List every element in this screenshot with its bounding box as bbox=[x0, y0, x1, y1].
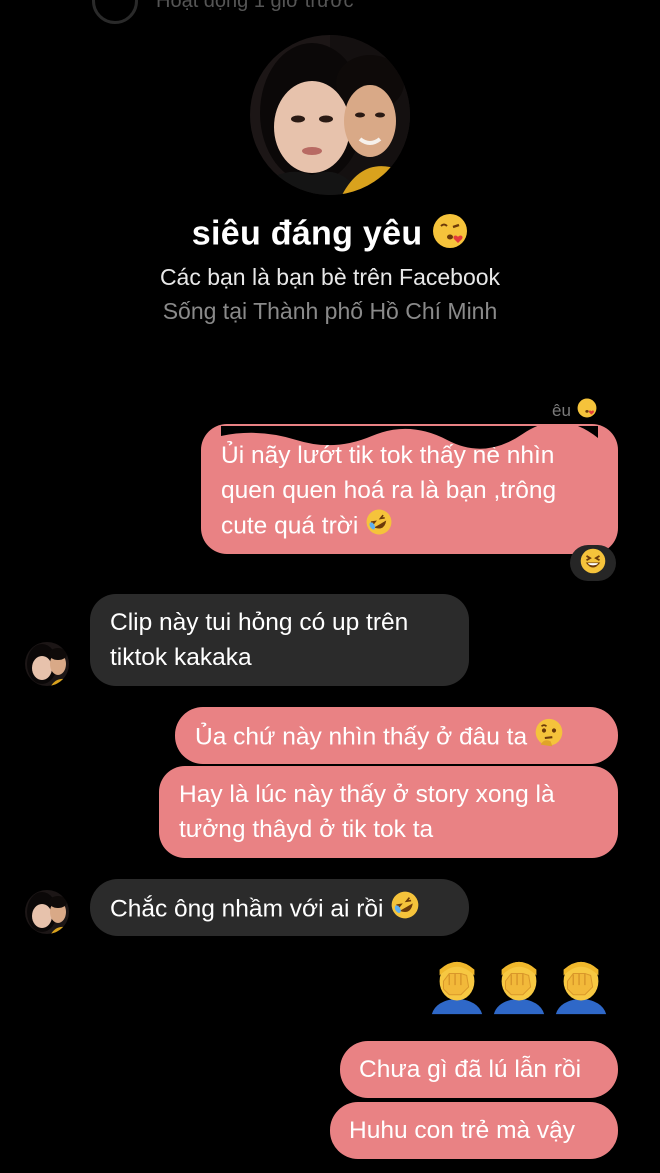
facepalm-emoji-icon bbox=[490, 958, 548, 1021]
facepalm-emoji-icon bbox=[428, 958, 486, 1021]
profile-name-text: siêu đáng yêu bbox=[191, 214, 423, 253]
outgoing-message[interactable]: Ủi nãy lướt tik tok thấy nè nhìn quen qu… bbox=[201, 424, 618, 554]
contact-avatar[interactable] bbox=[25, 890, 69, 934]
kissing-heart-emoji-icon bbox=[432, 213, 468, 258]
message-line: Clip này tui hỏng có up trên bbox=[110, 609, 409, 636]
outgoing-message[interactable]: Hay là lúc này thấy ở story xong là tưởn… bbox=[159, 766, 618, 858]
friends-status: Các bạn là bạn bè trên Facebook bbox=[159, 264, 501, 290]
reply-caption: êu bbox=[552, 398, 597, 423]
header-partial: Hoạt động 1 giờ trước bbox=[92, 0, 354, 24]
header-avatar[interactable] bbox=[92, 0, 138, 24]
message-line: quen quen hoá ra là bạn ,trông bbox=[221, 477, 557, 504]
reply-caption-text: êu bbox=[552, 400, 571, 420]
reaction-badge[interactable] bbox=[570, 545, 616, 581]
rolling-on-floor-laughing-emoji-icon bbox=[365, 508, 393, 546]
incoming-message[interactable]: Chắc ông nhầm với ai rồi bbox=[90, 879, 469, 936]
emoji-message[interactable] bbox=[428, 958, 610, 1021]
facepalm-emoji-icon bbox=[552, 958, 610, 1021]
outgoing-message[interactable]: Ủa chứ này nhìn thấy ở đâu ta bbox=[175, 707, 618, 764]
rolling-on-floor-laughing-emoji-icon bbox=[390, 890, 420, 930]
outgoing-message[interactable]: Chưa gì đã lú lẫn rồi bbox=[340, 1041, 618, 1098]
message-line: tiktok kakaka bbox=[110, 644, 252, 671]
message-line: Hay là lúc này thấy ở story xong là bbox=[179, 781, 555, 808]
incoming-message[interactable]: Clip này tui hỏng có up trên tiktok kaka… bbox=[90, 594, 469, 686]
active-status: Hoạt động 1 giờ trước bbox=[156, 0, 354, 12]
contact-avatar[interactable] bbox=[25, 642, 69, 686]
outgoing-message[interactable]: Huhu con trẻ mà vậy bbox=[330, 1102, 618, 1159]
profile-avatar[interactable] bbox=[250, 35, 410, 195]
thinking-face-emoji-icon bbox=[534, 718, 564, 758]
message-line: cute quá trời bbox=[221, 508, 598, 546]
location-text: Sống tại Thành phố Hồ Chí Minh bbox=[162, 298, 498, 324]
message-line: tưởng thâyd ở tik tok ta bbox=[179, 816, 434, 843]
message-line: Ủi nãy lướt tik tok thấy nè nhìn bbox=[221, 426, 598, 473]
grinning-squinting-emoji-icon bbox=[580, 548, 606, 579]
profile-name: siêu đáng yêu bbox=[0, 213, 660, 258]
kissing-heart-emoji-icon bbox=[577, 398, 597, 423]
